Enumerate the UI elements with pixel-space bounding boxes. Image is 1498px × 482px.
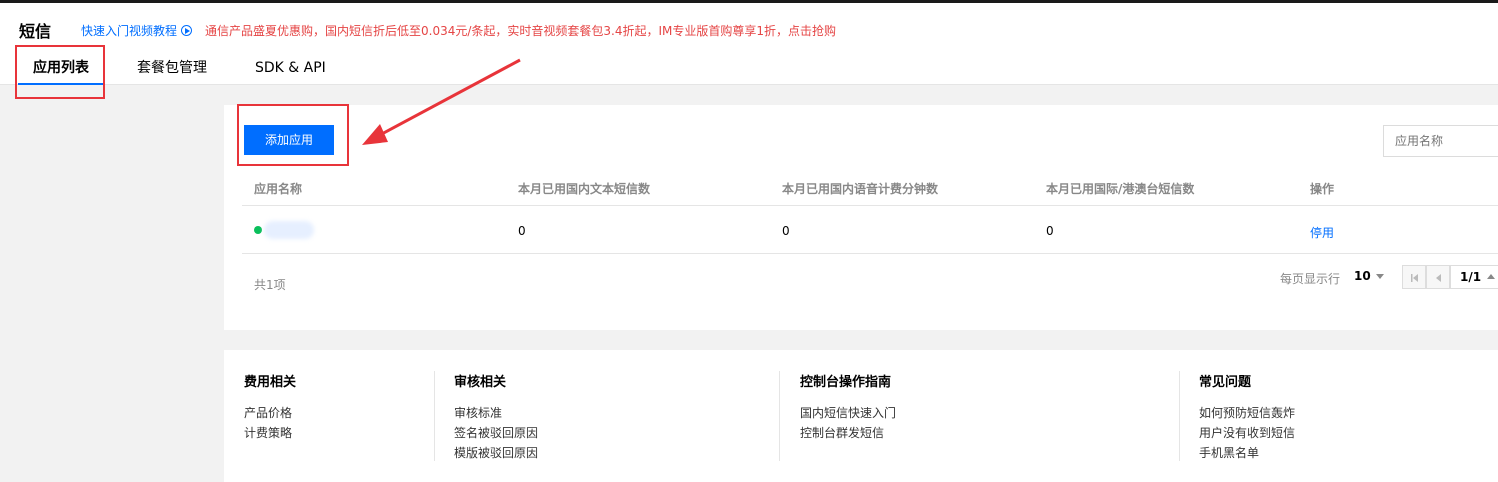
- footer-link[interactable]: 手机黑名单: [1199, 443, 1295, 463]
- column-header-intl-sms: 本月已用国际/港澳台短信数: [1046, 182, 1195, 196]
- first-page-button[interactable]: [1402, 265, 1426, 289]
- play-icon: [181, 25, 193, 36]
- footer-heading: 常见问题: [1199, 375, 1252, 390]
- footer-column-billing: 费用相关 产品价格 计费策略: [244, 371, 296, 443]
- page-size-value: 10: [1354, 269, 1371, 283]
- tab-bar: 应用列表 套餐包管理 SDK & API: [18, 55, 359, 85]
- text-sms-count: 0: [518, 224, 526, 238]
- intl-sms-count: 0: [1046, 224, 1054, 238]
- table-row: 0 0 0 停用: [242, 206, 1498, 254]
- footer-link[interactable]: 计费策略: [244, 423, 296, 443]
- prev-page-icon: [1436, 274, 1441, 282]
- promo-banner-link[interactable]: 通信产品盛夏优惠购，国内短信折后低至0.034元/条起，实时音视频套餐包3.4折…: [205, 22, 836, 39]
- app-name-search-input[interactable]: [1383, 125, 1498, 157]
- app-name-redacted[interactable]: [264, 221, 314, 239]
- footer-divider: [434, 371, 435, 461]
- disable-app-link[interactable]: 停用: [1310, 224, 1334, 241]
- tab-app-list[interactable]: 应用列表: [18, 55, 104, 85]
- video-tutorial-link[interactable]: 快速入门视频教程: [81, 22, 193, 39]
- footer-link[interactable]: 模版被驳回原因: [454, 443, 538, 463]
- table-header: 应用名称 本月已用国内文本短信数 本月已用国内语音计费分钟数 本月已用国际/港澳…: [242, 167, 1498, 206]
- tab-sdk-api[interactable]: SDK & API: [240, 55, 341, 85]
- footer-link[interactable]: 国内短信快速入门: [800, 403, 896, 423]
- page-size-select[interactable]: 10: [1354, 269, 1384, 283]
- first-page-icon: [1411, 274, 1418, 282]
- footer-link[interactable]: 审核标准: [454, 403, 538, 423]
- footer-link[interactable]: 产品价格: [244, 403, 296, 423]
- column-header-app-name: 应用名称: [254, 182, 303, 196]
- page-size-label: 每页显示行: [1280, 272, 1341, 286]
- footer-link[interactable]: 如何预防短信轰炸: [1199, 403, 1295, 423]
- column-header-voice-minutes: 本月已用国内语音计费分钟数: [782, 182, 939, 196]
- total-count: 共1项: [254, 278, 286, 292]
- prev-page-button[interactable]: [1426, 265, 1450, 289]
- column-header-action: 操作: [1310, 182, 1335, 196]
- chevron-down-icon: [1375, 273, 1384, 279]
- video-tutorial-label: 快速入门视频教程: [81, 24, 178, 38]
- app-list-card: 添加应用 应用名称 本月已用国内文本短信数 本月已用国内语音计费分钟数 本月已用…: [224, 105, 1498, 330]
- status-dot: [254, 226, 262, 234]
- footer-divider: [1179, 371, 1180, 461]
- tab-package-management[interactable]: 套餐包管理: [122, 55, 222, 85]
- column-header-text-sms: 本月已用国内文本短信数: [518, 182, 651, 196]
- add-app-button[interactable]: 添加应用: [244, 125, 334, 155]
- footer-column-faq: 常见问题 如何预防短信轰炸 用户没有收到短信 手机黑名单: [1199, 371, 1295, 463]
- footer-heading: 审核相关: [454, 375, 507, 390]
- voice-minutes-count: 0: [782, 224, 790, 238]
- page-number: 1/1: [1460, 270, 1482, 284]
- help-footer: 费用相关 产品价格 计费策略 审核相关 审核标准 签名被驳回原因 模版被驳回原因…: [224, 350, 1498, 482]
- chevron-up-icon: [1487, 274, 1496, 279]
- page-indicator[interactable]: 1/1: [1450, 265, 1498, 289]
- footer-heading: 控制台操作指南: [800, 375, 892, 390]
- page-header: 短信 快速入门视频教程 通信产品盛夏优惠购，国内短信折后低至0.034元/条起，…: [0, 3, 1498, 85]
- footer-column-console-guide: 控制台操作指南 国内短信快速入门 控制台群发短信: [800, 371, 896, 443]
- footer-link[interactable]: 签名被驳回原因: [454, 423, 538, 443]
- footer-heading: 费用相关: [244, 375, 297, 390]
- page-title: 短信: [19, 22, 52, 41]
- footer-column-review: 审核相关 审核标准 签名被驳回原因 模版被驳回原因: [454, 371, 538, 463]
- footer-link[interactable]: 用户没有收到短信: [1199, 423, 1295, 443]
- footer-link[interactable]: 控制台群发短信: [800, 423, 896, 443]
- footer-divider: [779, 371, 780, 461]
